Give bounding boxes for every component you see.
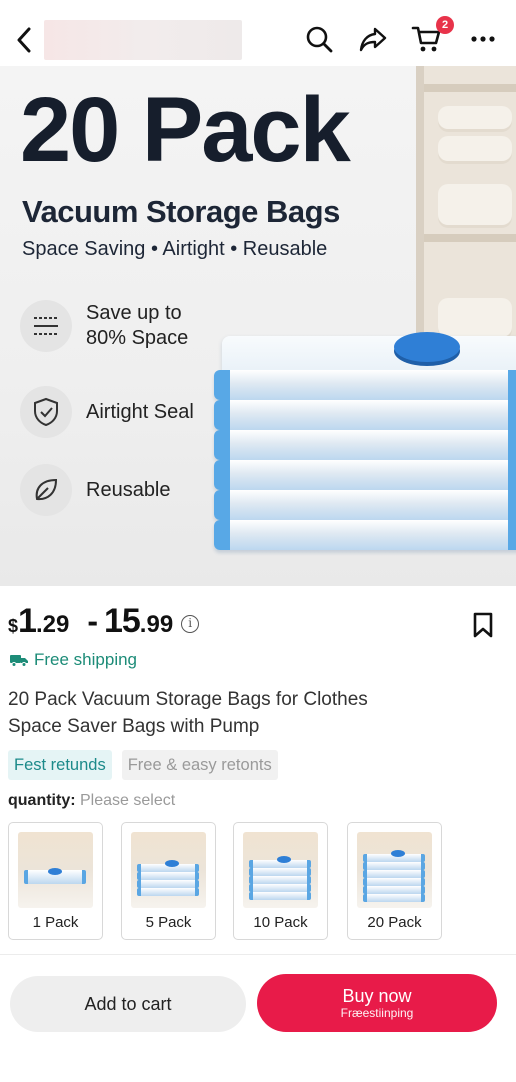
currency-symbol: $ [8,616,19,636]
back-button[interactable] [10,24,38,56]
option-10-pack[interactable]: 10 Pack [233,822,328,940]
vacuum-bags-illustration [214,332,516,576]
search-icon [306,26,333,53]
price-low-dec: .29 [35,611,70,638]
option-1-pack[interactable]: 1 Pack [8,822,103,940]
option-thumbnail [131,832,206,908]
bookmark-icon [473,612,493,638]
option-thumbnail [243,832,318,908]
compress-icon [20,300,72,352]
shield-icon [20,386,72,438]
option-5-pack[interactable]: 5 Pack [121,822,216,940]
share-icon [359,27,387,52]
option-label: 20 Pack [367,914,422,931]
leaf-icon [20,464,72,516]
product-title: 20 Pack Vacuum Storage Bags for Clothes … [8,686,408,740]
quantity-label: quantity: [8,792,76,809]
product-title-line: 20 Pack Vacuum Storage Bags for Clothes [8,689,368,710]
price-dash: - [87,603,98,639]
feature-reusable: Reusable [20,464,171,516]
chevron-left-icon [17,27,31,53]
product-hero-image[interactable]: 20 Pack Vacuum Storage Bags Space Saving… [0,66,516,586]
tag-returns[interactable]: Fest retunds [8,750,112,780]
price-high-int: 15 [103,602,141,640]
buy-now-label: Buy now [342,986,412,1006]
product-page: 2 20 Pack Vacuum Storage Bags Space Savi… [0,0,516,1082]
add-to-cart-button[interactable]: Add to cart [10,976,246,1032]
info-icon[interactable]: i [181,615,200,633]
feature-text: Airtight Seal [86,400,194,423]
more-button[interactable] [466,22,500,56]
free-shipping-label: Free shipping [34,650,138,669]
search-bar-placeholder[interactable] [44,20,242,60]
price-low-int: 1 [18,602,37,640]
search-button[interactable] [302,22,336,56]
price-high-dec: .99 [139,611,174,638]
feature-airtight: Airtight Seal [20,386,194,438]
quantity-selector: quantity: Please select [8,792,175,810]
price-range: $ 1 .29 - 15 .99 i [8,602,200,646]
share-button[interactable] [356,22,390,56]
option-thumbnail [18,832,93,908]
buy-now-sublabel: Fræestiinping [340,1006,414,1020]
product-title-line: Space Saver Bags with Pump [8,716,260,737]
hero-title: 20 Pack [20,79,351,181]
option-20-pack[interactable]: 20 Pack [347,822,442,940]
feature-text: Reusable [86,478,171,501]
free-shipping: Free shipping [10,650,137,670]
bookmark-button[interactable] [472,612,496,638]
feature-save-space: Save up to 80% Space [20,300,188,352]
shelf-decoration [416,66,516,366]
option-thumbnail [357,832,432,908]
option-label: 10 Pack [253,914,308,931]
more-icon [471,36,495,42]
hero-subtitle: Vacuum Storage Bags [22,194,340,229]
top-bar: 2 [0,0,516,66]
tag-easy-returns[interactable]: Free & easy retonts [121,750,278,780]
divider [0,954,516,955]
truck-icon [10,655,28,667]
option-label: 1 Pack [32,914,79,931]
cart-badge: 2 [436,16,454,34]
quantity-placeholder: Please select [80,792,176,809]
option-label: 5 Pack [145,914,192,931]
feature-text: 80% Space [86,327,189,349]
service-tags: Fest retunds Free & easy retonts [8,750,278,780]
hero-tagline: Space Saving • Airtight • Reusable [22,238,328,260]
feature-text: Save up to [86,302,182,324]
buy-now-button[interactable]: Buy now Fræestiinping [257,974,497,1032]
